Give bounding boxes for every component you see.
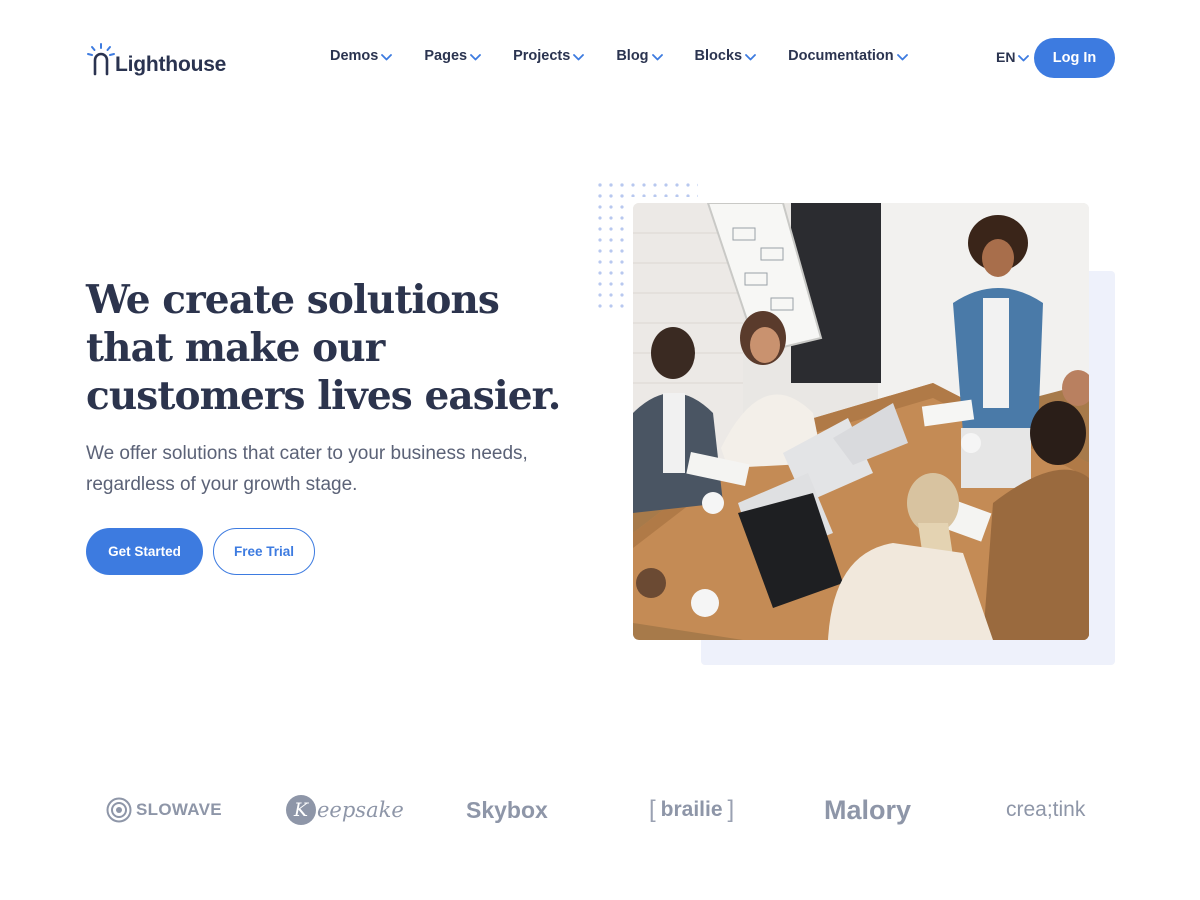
chevron-down-icon <box>1018 54 1030 61</box>
nav-item-documentation[interactable]: Documentation <box>788 48 908 64</box>
nav-item-label: Demos <box>330 48 379 64</box>
nav-item-blocks[interactable]: Blocks <box>695 48 757 64</box>
nav-item-label: Blocks <box>694 48 743 64</box>
hero-title: We create solutions that make our custom… <box>86 277 561 419</box>
partner-logo-creatink: crea;tink <box>1006 790 1085 830</box>
login-button[interactable]: Log In <box>1034 38 1115 78</box>
get-started-button[interactable]: Get Started <box>86 528 203 575</box>
partner-name: brailie <box>660 798 723 821</box>
partner-name: SLOWAVE <box>136 800 222 819</box>
partner-name: crea;tink <box>1006 798 1086 821</box>
partner-logo-keepsake: K eepsake <box>286 790 404 830</box>
partner-name: eepsake <box>317 798 404 822</box>
lighthouse-icon <box>87 43 115 76</box>
language-selector[interactable]: EN <box>996 49 1030 65</box>
partner-logos: SLOWAVE K eepsake Skybox [ brailie ] Mal… <box>86 790 1115 830</box>
nav-item-label: Projects <box>513 48 571 64</box>
partner-logo-brailie: [ brailie ] <box>644 790 739 830</box>
chevron-down-icon <box>573 53 585 60</box>
hero-subtitle: We offer solutions that cater to your bu… <box>86 443 528 495</box>
chevron-down-icon <box>896 53 908 60</box>
team-meeting-photo <box>633 203 1089 640</box>
concentric-circle-icon <box>106 797 132 823</box>
partner-logo-skybox: Skybox <box>466 790 548 830</box>
keepsake-badge: K <box>286 795 316 825</box>
chevron-down-icon <box>651 53 663 60</box>
nav-item-demos[interactable]: Demos <box>330 48 393 64</box>
chevron-down-icon <box>745 53 757 60</box>
chevron-down-icon <box>470 53 481 60</box>
chevron-down-icon <box>381 53 393 60</box>
partner-name: Malory <box>824 794 912 825</box>
partner-logo-slowave: SLOWAVE <box>106 790 222 830</box>
bracket-right-icon: ] <box>727 796 735 823</box>
nav-item-blog[interactable]: Blog <box>616 48 663 64</box>
nav-item-label: Pages <box>424 48 468 64</box>
brand-logo[interactable]: Lighthouse <box>86 42 226 76</box>
nav-item-label: Documentation <box>788 48 894 64</box>
brand-name: Lighthouse <box>115 53 227 76</box>
free-trial-button[interactable]: Free Trial <box>213 528 315 575</box>
nav-item-projects[interactable]: Projects <box>513 48 585 64</box>
partner-logo-malory: Malory <box>824 790 911 830</box>
nav-item-pages[interactable]: Pages <box>424 48 481 64</box>
bracket-left-icon: [ <box>649 796 656 823</box>
partner-name: Skybox <box>466 796 548 823</box>
main-nav: Demos Pages Projects Blog Blocks Documen… <box>330 48 908 64</box>
language-label: EN <box>996 49 1016 65</box>
nav-item-label: Blog <box>616 48 649 64</box>
